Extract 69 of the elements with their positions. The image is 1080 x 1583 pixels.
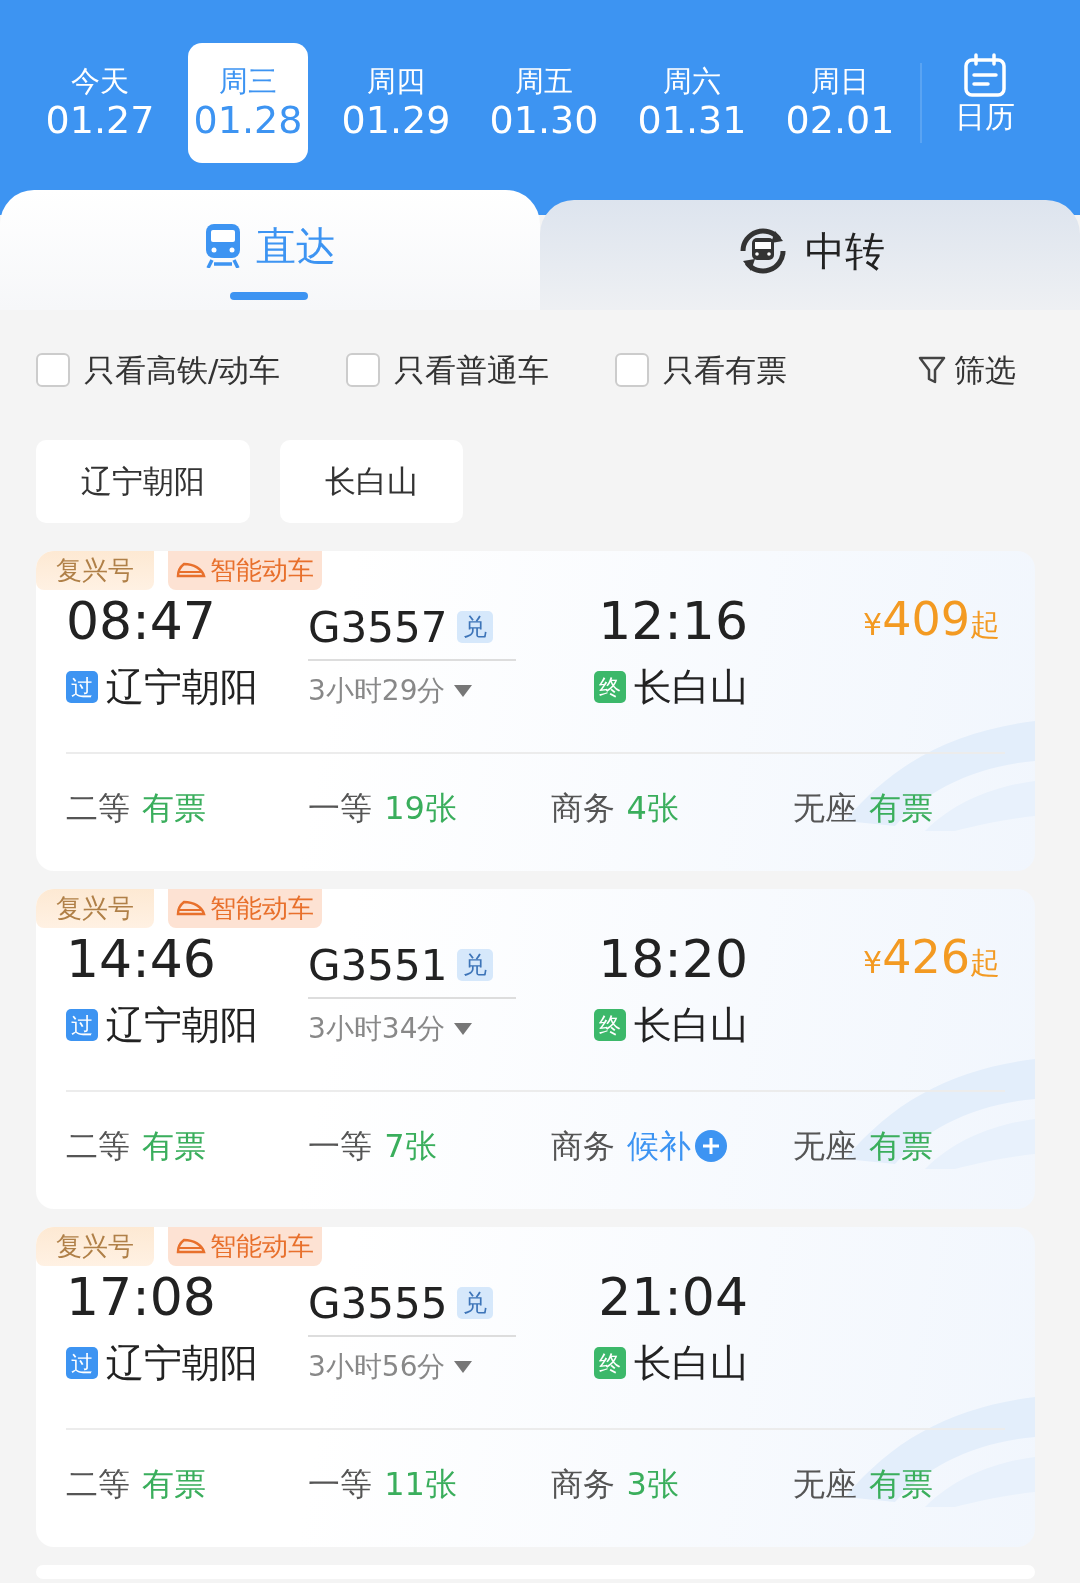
train-tag: 智能动车 <box>168 888 322 928</box>
seat-availability: 候补 <box>626 1125 691 1167</box>
seat-class: 二等 <box>66 1463 130 1505</box>
train-number: G3551 <box>308 939 448 992</box>
price: ¥409起 <box>863 590 1000 648</box>
seat-class: 一等 <box>308 1463 373 1505</box>
arrival-station: 长白山 <box>634 1001 748 1049</box>
seat-availability: 有票 <box>868 1125 933 1167</box>
route-tab[interactable]: 中转 <box>540 200 1080 310</box>
arrival-station: 长白山 <box>634 1339 748 1387</box>
seat-class: 商务 <box>550 1463 615 1505</box>
arrival-time: 18:20 <box>597 927 748 991</box>
arrival-station: 长白山 <box>634 663 748 711</box>
departure-time: 14:46 <box>66 927 217 991</box>
seat-availability: 有票 <box>142 1463 206 1505</box>
seat-class: 无座 <box>792 1463 857 1505</box>
terminal-badge: 终 <box>594 1347 626 1380</box>
filter-button[interactable]: 筛选 <box>918 346 1016 394</box>
seat-class: 无座 <box>792 1125 857 1167</box>
seat-availability: 7张 <box>384 1125 437 1167</box>
train-tag: 智能动车 <box>168 1226 322 1266</box>
train-tag: 复兴号 <box>36 550 154 590</box>
departure-station: 辽宁朝阳 <box>106 1339 258 1387</box>
redeem-badge: 兑 <box>457 610 494 644</box>
seat-class: 二等 <box>66 787 130 829</box>
seat-availability: 有票 <box>142 787 206 829</box>
filter-checkbox[interactable]: 只看高铁/动车 <box>36 346 281 394</box>
train-card[interactable]: 复兴号 智能动车 14:46 G3551 兑 18:20 ¥426起 过 辽宁朝阳 3小时34分 终 长白山 二等 有票 一等 7张 商务 候补 无座 有票 <box>36 888 1035 1209</box>
seat-availability: 19张 <box>384 787 457 829</box>
duration: 3小时34分 <box>308 1010 446 1047</box>
terminal-badge: 终 <box>594 1009 626 1042</box>
pass-through-badge: 过 <box>66 671 98 704</box>
pass-through-badge: 过 <box>66 1347 98 1380</box>
filter-checkbox[interactable]: 只看普通车 <box>346 346 550 394</box>
train-tag: 智能动车 <box>168 550 322 590</box>
seat-availability: 3张 <box>626 1463 679 1505</box>
station-chip[interactable]: 辽宁朝阳 <box>36 440 250 523</box>
seat-class: 一等 <box>308 1125 373 1167</box>
terminal-badge: 终 <box>594 671 626 704</box>
seat-class: 无座 <box>792 787 857 829</box>
seat-availability: 有票 <box>142 1125 206 1167</box>
pass-through-badge: 过 <box>66 1009 98 1042</box>
price: ¥426起 <box>863 928 1000 986</box>
arrival-time: 12:16 <box>597 589 748 653</box>
seat-availability: 4张 <box>626 787 679 829</box>
train-number: G3555 <box>308 1277 448 1330</box>
duration: 3小时29分 <box>308 672 446 709</box>
train-tag: 复兴号 <box>36 1226 154 1266</box>
redeem-badge: 兑 <box>457 948 494 982</box>
arrival-time: 21:04 <box>597 1265 748 1329</box>
departure-time: 08:47 <box>66 589 217 653</box>
departure-time: 17:08 <box>66 1265 217 1329</box>
train-card[interactable]: 复兴号 智能动车 17:08 G3555 兑 21:04 过 辽宁朝阳 3小时56分 终 长白山 二等 有票 一等 11张 商务 3张 无座 有票 <box>36 1226 1035 1547</box>
filter-checkbox[interactable]: 只看有票 <box>615 346 788 394</box>
station-chip[interactable]: 长白山 <box>280 440 463 523</box>
seat-class: 商务 <box>550 1125 615 1167</box>
seat-availability: 有票 <box>868 787 933 829</box>
duration: 3小时56分 <box>308 1348 446 1385</box>
seat-class: 一等 <box>308 787 373 829</box>
departure-station: 辽宁朝阳 <box>106 663 258 711</box>
redeem-badge: 兑 <box>457 1286 494 1320</box>
departure-station: 辽宁朝阳 <box>106 1001 258 1049</box>
seat-class: 二等 <box>66 1125 130 1167</box>
seat-class: 商务 <box>550 787 615 829</box>
train-tag: 复兴号 <box>36 888 154 928</box>
seat-availability: 有票 <box>868 1463 933 1505</box>
train-card[interactable]: 复兴号 智能动车 08:47 G3557 兑 12:16 ¥409起 过 辽宁朝阳 3小时29分 终 长白山 二等 有票 一等 19张 商务 4张 无座 有票 <box>36 550 1035 871</box>
train-number: G3557 <box>308 601 448 654</box>
seat-availability: 11张 <box>384 1463 457 1505</box>
